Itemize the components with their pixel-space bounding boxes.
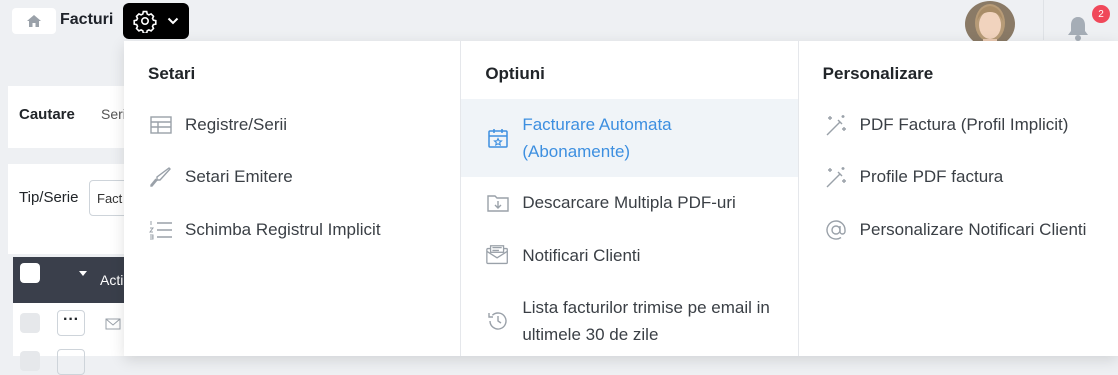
mail-open-icon (486, 244, 509, 264)
menu-item-lista-facturilor[interactable]: Lista facturilor trimise pe email in ult… (461, 294, 797, 348)
menu-item-setari-emitere[interactable]: Setari Emitere (124, 163, 460, 190)
top-bar: Facturi 2 (0, 0, 1118, 47)
bell-icon[interactable] (1064, 14, 1092, 42)
magic-wand-icon (826, 114, 846, 135)
row-checkbox-2[interactable] (20, 351, 40, 371)
list-ordered-icon (149, 220, 172, 239)
search-title: Cautare (19, 106, 75, 123)
setari-column: Setari Registre/Serii Setari Emitere Sch… (124, 41, 462, 356)
menu-item-label: Registre/Serii (185, 115, 288, 134)
home-button[interactable] (12, 8, 56, 34)
chevron-down-icon (167, 17, 179, 25)
menu-item-label: Profile PDF factura (859, 167, 1004, 186)
at-icon (825, 219, 846, 240)
tip-serie-value: Fact (97, 191, 123, 206)
notification-badge: 2 (1092, 5, 1110, 23)
settings-menu-button[interactable] (123, 3, 189, 39)
menu-item-pdf-factura-profil[interactable]: PDF Factura (Profil Implicit) (799, 111, 1118, 138)
personalizare-column: Personalizare PDF Factura (Profil Implic… (799, 41, 1118, 356)
personalizare-heading: Personalizare (822, 64, 934, 83)
home-icon (27, 15, 41, 27)
optiuni-heading: Optiuni (485, 64, 545, 83)
more-dots-icon: ··· (63, 311, 79, 328)
magic-wand-icon (826, 166, 846, 187)
actions-column-header[interactable]: Acti (100, 272, 123, 288)
menu-item-registre-serii[interactable]: Registre/Serii (124, 111, 460, 138)
header-divider (1043, 0, 1044, 40)
row-more-button[interactable]: ··· (57, 310, 85, 336)
gear-icon (133, 10, 157, 33)
menu-item-label: Facturare Automata (Abonamente) (522, 115, 672, 161)
brush-icon (150, 166, 171, 187)
menu-item-label: Descarcare Multipla PDF-uri (522, 193, 736, 212)
menu-item-label: Notificari Clienti (522, 246, 641, 265)
menu-item-label: Schimba Registrul Implicit (185, 220, 381, 239)
menu-item-personalizare-notificari[interactable]: Personalizare Notificari Clienti (799, 216, 1118, 243)
menu-item-profile-pdf[interactable]: Profile PDF factura (799, 163, 1118, 190)
row-more-button-2[interactable] (57, 349, 85, 375)
folder-download-icon (487, 194, 510, 212)
tip-serie-select[interactable]: Fact (89, 180, 129, 216)
menu-item-schimba-registrul[interactable]: Schimba Registrul Implicit (124, 216, 460, 243)
breadcrumb[interactable]: Facturi (60, 11, 113, 29)
menu-item-label: Personalizare Notificari Clienti (859, 220, 1087, 239)
search-tab-series[interactable]: Seri (101, 106, 126, 122)
setari-heading: Setari (148, 64, 196, 83)
sort-caret-icon[interactable] (79, 271, 87, 276)
mail-icon[interactable] (105, 318, 121, 330)
menu-item-descarcare-multipla[interactable]: Descarcare Multipla PDF-uri (461, 189, 797, 216)
settings-dropdown-menu: Setari Registre/Serii Setari Emitere Sch… (124, 41, 1118, 356)
table-row: ··· (13, 303, 133, 375)
history-icon (488, 311, 508, 330)
menu-item-notificari-clienti[interactable]: Notificari Clienti (461, 242, 797, 269)
menu-item-label: Lista facturilor trimise pe email in ult… (522, 298, 770, 344)
select-all-checkbox[interactable] (20, 263, 40, 283)
optiuni-column: Optiuni Facturare Automata (Abonamente) … (461, 41, 799, 356)
table-header: Acti (13, 257, 133, 303)
table-icon (150, 115, 172, 134)
calendar-star-icon (488, 128, 509, 148)
menu-item-label: PDF Factura (Profil Implicit) (859, 115, 1069, 134)
menu-item-label: Setari Emitere (185, 167, 293, 186)
row-checkbox[interactable] (20, 313, 40, 333)
menu-item-facturare-automata[interactable]: Facturare Automata (Abonamente) (461, 99, 798, 177)
tip-serie-label: Tip/Serie (19, 189, 79, 206)
